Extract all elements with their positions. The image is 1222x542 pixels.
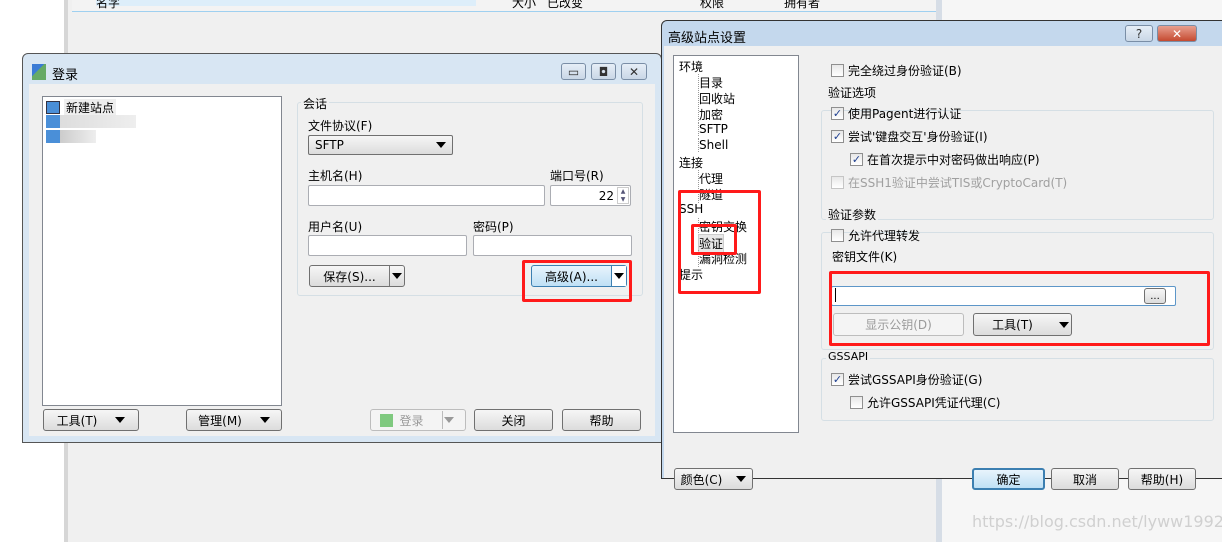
manage-button[interactable]: 管理(M)	[186, 409, 282, 431]
tree-item[interactable]: Shell	[698, 138, 728, 152]
host-input[interactable]	[308, 185, 545, 206]
site-tree[interactable]: 新建站点	[42, 96, 282, 406]
login-title: 登录	[52, 68, 79, 83]
checkbox-box[interactable]: ✓	[831, 130, 844, 143]
gssapi-delegation-checkbox[interactable]: 允许GSSAPI凭证代理(C)	[850, 394, 1000, 411]
column-name[interactable]: 名字	[96, 0, 476, 10]
auth-options-label: 验证选项	[826, 84, 879, 101]
tree-item[interactable]: SFTP	[698, 122, 728, 136]
column-owner[interactable]: 拥有者	[784, 0, 820, 11]
tis-cryptocard-checkbox[interactable]: 在SSH1验证中尝试TIS或CryptoCard(T)	[831, 174, 1067, 191]
checkbox-box[interactable]	[831, 64, 844, 77]
site-item-blurred[interactable]	[46, 115, 136, 128]
protocol-select[interactable]: SFTP	[308, 135, 453, 155]
checkbox-box[interactable]	[831, 229, 844, 242]
tree-item[interactable]: 环境	[679, 58, 703, 75]
tools-button[interactable]: 工具(T)	[43, 409, 139, 431]
agent-forwarding-checkbox[interactable]: 允许代理转发	[831, 227, 920, 244]
port-label: 端口号(R)	[550, 169, 604, 183]
chevron-down-icon	[115, 417, 126, 423]
chevron-down-icon	[736, 476, 747, 482]
close-button[interactable]: 关闭	[474, 409, 553, 431]
checkbox-box[interactable]: ✓	[831, 107, 844, 120]
column-changed[interactable]: 已改变	[547, 0, 583, 11]
minimize-button[interactable]: ▭	[561, 63, 586, 80]
color-button[interactable]: 颜色(C)	[674, 468, 753, 490]
tree-item[interactable]: 回收站	[698, 90, 735, 107]
computer-icon	[46, 101, 60, 114]
login-button[interactable]: 登录	[370, 409, 466, 431]
password-input[interactable]	[473, 235, 632, 256]
auth-params-label: 验证参数	[826, 206, 879, 223]
advanced-body: 环境 目录 回收站 加密 SFTP Shell 连接 代理 隧道 SSH 密钥交换 验证 漏洞检测 提示 …	[664, 46, 1222, 490]
tree-item[interactable]: 加密	[698, 106, 723, 123]
highlight-box	[522, 260, 632, 302]
login-icon	[32, 64, 46, 80]
checkbox-box[interactable]: ✓	[850, 153, 863, 166]
login-icon	[380, 413, 394, 427]
keyboard-interactive-checkbox[interactable]: ✓ 尝试'键盘交互'身份验证(I)	[831, 128, 988, 145]
username-input[interactable]	[308, 235, 467, 256]
help-button[interactable]: 帮助(H)	[1128, 468, 1196, 490]
login-dialog: 登录 ▭ ◘ ✕ 新建站点 会话 文件协议(F) SFTP 主机名(H) 端口号…	[22, 53, 662, 443]
close-window-button[interactable]: ✕	[1157, 25, 1197, 42]
password-label: 密码(P)	[473, 220, 514, 234]
column-size[interactable]: 大小	[512, 0, 536, 11]
username-label: 用户名(U)	[308, 220, 363, 234]
advanced-title: 高级站点设置	[668, 31, 747, 46]
gssapi-group	[821, 358, 1214, 421]
maximize-button[interactable]: ◘	[591, 63, 616, 80]
tree-item[interactable]: 连接	[679, 154, 703, 171]
highlight-box	[829, 271, 1210, 346]
chevron-down-icon	[436, 142, 446, 148]
chevron-down-icon	[392, 273, 402, 279]
session-label: 会话	[301, 95, 330, 112]
host-label: 主机名(H)	[308, 169, 363, 183]
tree-item[interactable]: 目录	[698, 74, 723, 91]
bypass-auth-checkbox[interactable]: 完全绕过身份验证(B)	[831, 62, 962, 79]
checkbox-box[interactable]: ✓	[831, 373, 844, 386]
port-stepper[interactable]: ▲ ▼	[617, 187, 629, 204]
ok-button[interactable]: 确定	[972, 468, 1045, 490]
protocol-label: 文件协议(F)	[308, 119, 373, 133]
site-label: 新建站点	[64, 99, 117, 116]
checkbox-box[interactable]	[850, 396, 863, 409]
close-window-button[interactable]: ✕	[621, 63, 647, 80]
new-site-item[interactable]: 新建站点	[46, 99, 117, 116]
checkbox-box[interactable]	[831, 176, 844, 189]
key-file-label: 密钥文件(K)	[832, 250, 898, 264]
column-permissions[interactable]: 权限	[700, 0, 724, 11]
help-button[interactable]: 帮助	[562, 409, 641, 431]
help-icon[interactable]: ?	[1125, 25, 1153, 42]
login-body: 新建站点 会话 文件协议(F) SFTP 主机名(H) 端口号(R) 22 ▲ ▼…	[29, 84, 655, 436]
site-item-blurred[interactable]	[46, 130, 96, 143]
advanced-dialog: 高级站点设置 ? ✕ 环境 目录 回收站 加密 SFTP Shell 连接 代理 隧道 SSH 密钥…	[661, 20, 1222, 490]
tree-item[interactable]: 代理	[698, 170, 723, 187]
save-button[interactable]: 保存(S)...	[309, 265, 405, 287]
file-list-header: 名字 大小 已改变 权限 拥有者	[72, 0, 940, 12]
respond-password-checkbox[interactable]: ✓ 在首次提示中对密码做出响应(P)	[850, 151, 1040, 168]
watermark: https://blog.csdn.net/lyww1992	[972, 512, 1222, 531]
use-pageant-checkbox[interactable]: ✓ 使用Pagent进行认证	[831, 105, 961, 122]
chevron-down-icon	[259, 417, 270, 423]
gssapi-label: GSSAPI	[826, 350, 871, 363]
highlight-box	[691, 224, 737, 255]
cancel-button[interactable]: 取消	[1051, 468, 1119, 490]
try-gssapi-checkbox[interactable]: ✓ 尝试GSSAPI身份验证(G)	[831, 371, 982, 388]
chevron-down-icon	[444, 417, 454, 423]
